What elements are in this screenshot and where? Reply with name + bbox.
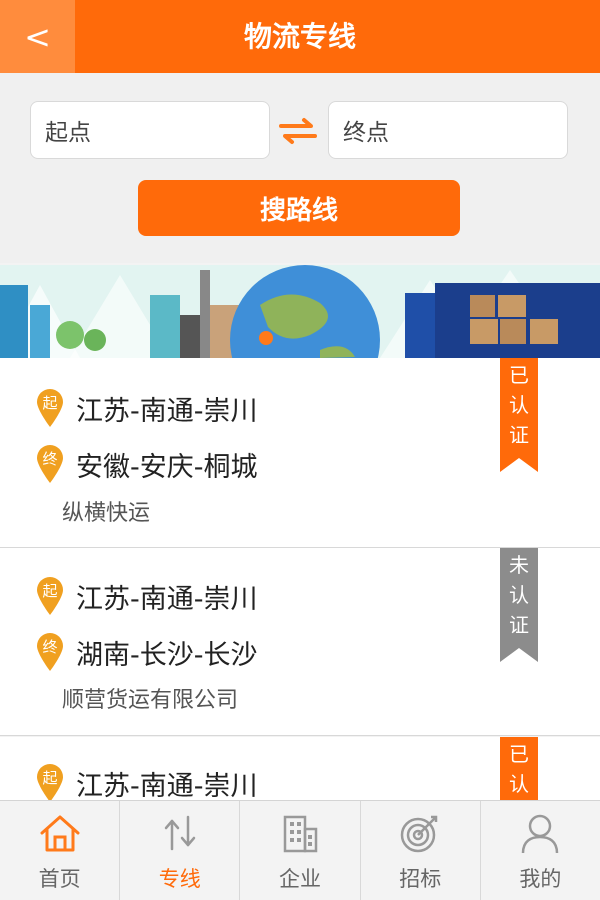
destination-pin-icon: 终	[37, 445, 63, 483]
search-route-button[interactable]: 搜路线	[138, 180, 460, 236]
company-name: 顺营货运有限公司	[62, 688, 239, 713]
certified-badge: 已 认	[500, 737, 538, 800]
building-icon	[283, 815, 318, 853]
destination-location: 湖南-长沙-长沙	[76, 639, 258, 671]
destination-location: 安徽-安庆-桐城	[76, 451, 258, 483]
origin-pin-label: 起	[42, 769, 57, 787]
badge-char: 认	[509, 772, 529, 796]
origin-pin-icon: 起	[37, 764, 63, 800]
bottom-nav: 首页 专线 企业 招标 我的	[0, 800, 600, 900]
user-icon	[522, 814, 559, 854]
route-card[interactable]: 起 江苏-南通-崇川 已 认	[0, 737, 600, 800]
target-icon	[400, 815, 438, 853]
badge-char: 证	[509, 613, 529, 637]
badge-char: 未	[509, 553, 529, 577]
nav-routes[interactable]: 专线	[120, 801, 241, 900]
route-arrows-icon	[164, 815, 196, 851]
badge-char: 证	[509, 423, 529, 447]
search-area: 起点 终点 搜路线	[0, 73, 600, 263]
nav-home[interactable]: 首页	[0, 801, 121, 900]
destination-pin-label: 终	[42, 450, 57, 468]
badge-char: 已	[509, 742, 529, 766]
promo-banner[interactable]	[0, 265, 600, 358]
route-origin: 起 江苏-南通-崇川	[36, 576, 258, 616]
company-name: 纵横快运	[62, 501, 151, 526]
banner-illustration	[0, 265, 600, 358]
origin-location: 江苏-南通-崇川	[76, 770, 258, 801]
route-origin: 起 江苏-南通-崇川	[36, 763, 258, 800]
badge-char: 认	[509, 393, 529, 417]
nav-enterprise[interactable]: 企业	[240, 801, 361, 900]
page-title: 物流专线	[243, 20, 356, 53]
origin-pin-icon: 起	[37, 577, 63, 615]
route-destination: 终 湖南-长沙-长沙	[36, 632, 258, 672]
origin-pin-label: 起	[42, 582, 57, 600]
end-point-input[interactable]: 终点	[328, 101, 568, 159]
origin-location: 江苏-南通-崇川	[76, 395, 258, 427]
swap-icon[interactable]	[277, 117, 319, 145]
badge-char: 已	[509, 363, 529, 387]
badge-char: 认	[509, 583, 529, 607]
destination-pin-label: 终	[42, 638, 57, 656]
home-icon	[40, 815, 80, 852]
nav-label: 我的	[519, 867, 562, 891]
nav-label: 首页	[38, 867, 81, 891]
nav-label: 专线	[158, 867, 201, 891]
header-bar: < 物流专线	[0, 0, 600, 73]
destination-pin-icon: 终	[37, 633, 63, 671]
certified-badge: 已 认 证	[500, 358, 538, 472]
route-destination: 终 安徽-安庆-桐城	[36, 444, 258, 484]
start-point-input[interactable]: 起点	[30, 101, 270, 159]
nav-mine[interactable]: 我的	[481, 801, 600, 900]
origin-pin-icon: 起	[37, 389, 63, 427]
uncertified-badge: 未 认 证	[500, 548, 538, 662]
origin-pin-label: 起	[42, 394, 57, 412]
nav-label: 招标	[399, 867, 442, 891]
nav-tender[interactable]: 招标	[361, 801, 481, 900]
route-origin: 起 江苏-南通-崇川	[36, 388, 258, 428]
back-button[interactable]: <	[0, 0, 75, 73]
route-card[interactable]: 起 江苏-南通-崇川 终 安徽-安庆-桐城 纵横快运 已 认 证	[0, 358, 600, 548]
nav-label: 企业	[279, 867, 321, 891]
origin-location: 江苏-南通-崇川	[76, 583, 258, 615]
route-card[interactable]: 起 江苏-南通-崇川 终 湖南-长沙-长沙 顺营货运有限公司 未 认 证	[0, 548, 600, 736]
